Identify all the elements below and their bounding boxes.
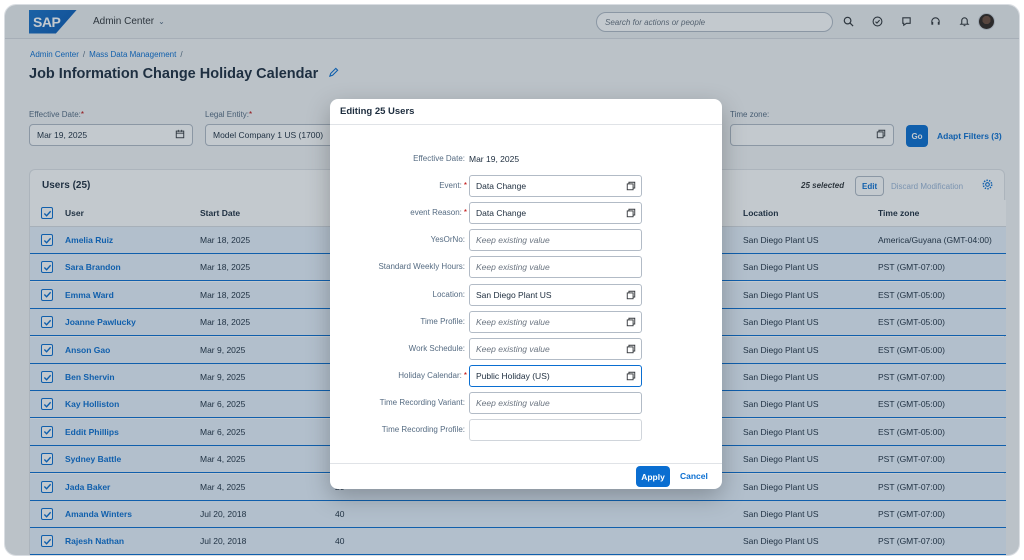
- field-value: Keep existing value: [476, 316, 550, 327]
- dialog-field-row: Time Profile: Keep existing value: [330, 310, 722, 333]
- field-label: Effective Date:: [413, 154, 465, 163]
- field-value: Keep existing value: [476, 343, 550, 354]
- value-help-icon[interactable]: [626, 344, 636, 356]
- field-label: event Reason: *: [410, 208, 467, 218]
- field-value: Data Change: [476, 181, 527, 192]
- value-help-icon[interactable]: [626, 317, 636, 329]
- dialog-field-row: Location: San Diego Plant US: [330, 283, 722, 306]
- field-value: San Diego Plant US: [476, 289, 552, 300]
- value-help-icon[interactable]: [626, 181, 636, 193]
- field-label: Location:: [432, 289, 465, 299]
- field-value: Keep existing value: [476, 262, 550, 273]
- dialog-footer: Apply Cancel: [330, 463, 722, 489]
- field-input[interactable]: Keep existing value: [469, 310, 642, 333]
- field-input: Mar 19, 2025: [469, 148, 642, 170]
- dialog-field-row: Work Schedule: Keep existing value: [330, 337, 722, 360]
- field-value: Data Change: [476, 208, 527, 219]
- dialog-field-row: Effective Date: Mar 19, 2025: [330, 148, 722, 170]
- apply-button[interactable]: Apply: [636, 466, 670, 487]
- dialog-field-row: Event: * Data Change: [330, 175, 722, 198]
- value-help-icon[interactable]: [626, 208, 636, 220]
- cancel-button[interactable]: Cancel: [680, 471, 708, 481]
- dialog-title: Editing 25 Users: [340, 106, 415, 117]
- field-input[interactable]: Keep existing value: [469, 391, 642, 414]
- dialog-header: Editing 25 Users: [330, 99, 722, 125]
- field-input[interactable]: Keep existing value: [469, 229, 642, 252]
- field-value: Keep existing value: [476, 235, 550, 246]
- editing-users-dialog: Editing 25 Users Effective Date: Mar 19, …: [330, 99, 722, 489]
- field-value: Keep existing value: [476, 397, 550, 408]
- dialog-field-row: Standard Weekly Hours: Keep existing valu…: [330, 256, 722, 279]
- value-help-icon[interactable]: [626, 290, 636, 302]
- field-label: Time Profile:: [420, 316, 465, 326]
- dialog-field-row: Time Recording Variant: Keep existing val…: [330, 391, 722, 414]
- field-input[interactable]: Keep existing value: [469, 256, 642, 279]
- field-input[interactable]: San Diego Plant US: [469, 283, 642, 306]
- field-input[interactable]: Public Holiday (US): [469, 364, 642, 387]
- field-value: Mar 19, 2025: [469, 154, 520, 164]
- field-label: Event: *: [439, 181, 467, 191]
- field-label: Time Recording Variant:: [379, 397, 465, 407]
- app-window: SAP Admin Center ⌄ Search for actions or…: [4, 4, 1020, 556]
- field-input[interactable]: [469, 419, 642, 441]
- field-label: Work Schedule:: [408, 343, 465, 353]
- field-input[interactable]: Keep existing value: [469, 337, 642, 360]
- field-label: YesOrNo:: [430, 235, 465, 245]
- value-help-icon[interactable]: [626, 371, 636, 383]
- dialog-field-row: Time Recording Profile:: [330, 419, 722, 441]
- dialog-field-row: YesOrNo: Keep existing value: [330, 229, 722, 252]
- field-label: Time Recording Profile:: [381, 425, 465, 434]
- field-value: Public Holiday (US): [476, 370, 550, 381]
- field-label: Holiday Calendar: *: [398, 370, 467, 380]
- dialog-field-row: event Reason: * Data Change: [330, 202, 722, 225]
- dialog-field-row: Holiday Calendar: * Public Holiday (US): [330, 364, 722, 387]
- field-label: Standard Weekly Hours:: [378, 262, 465, 272]
- field-input[interactable]: Data Change: [469, 202, 642, 225]
- field-input[interactable]: Data Change: [469, 175, 642, 198]
